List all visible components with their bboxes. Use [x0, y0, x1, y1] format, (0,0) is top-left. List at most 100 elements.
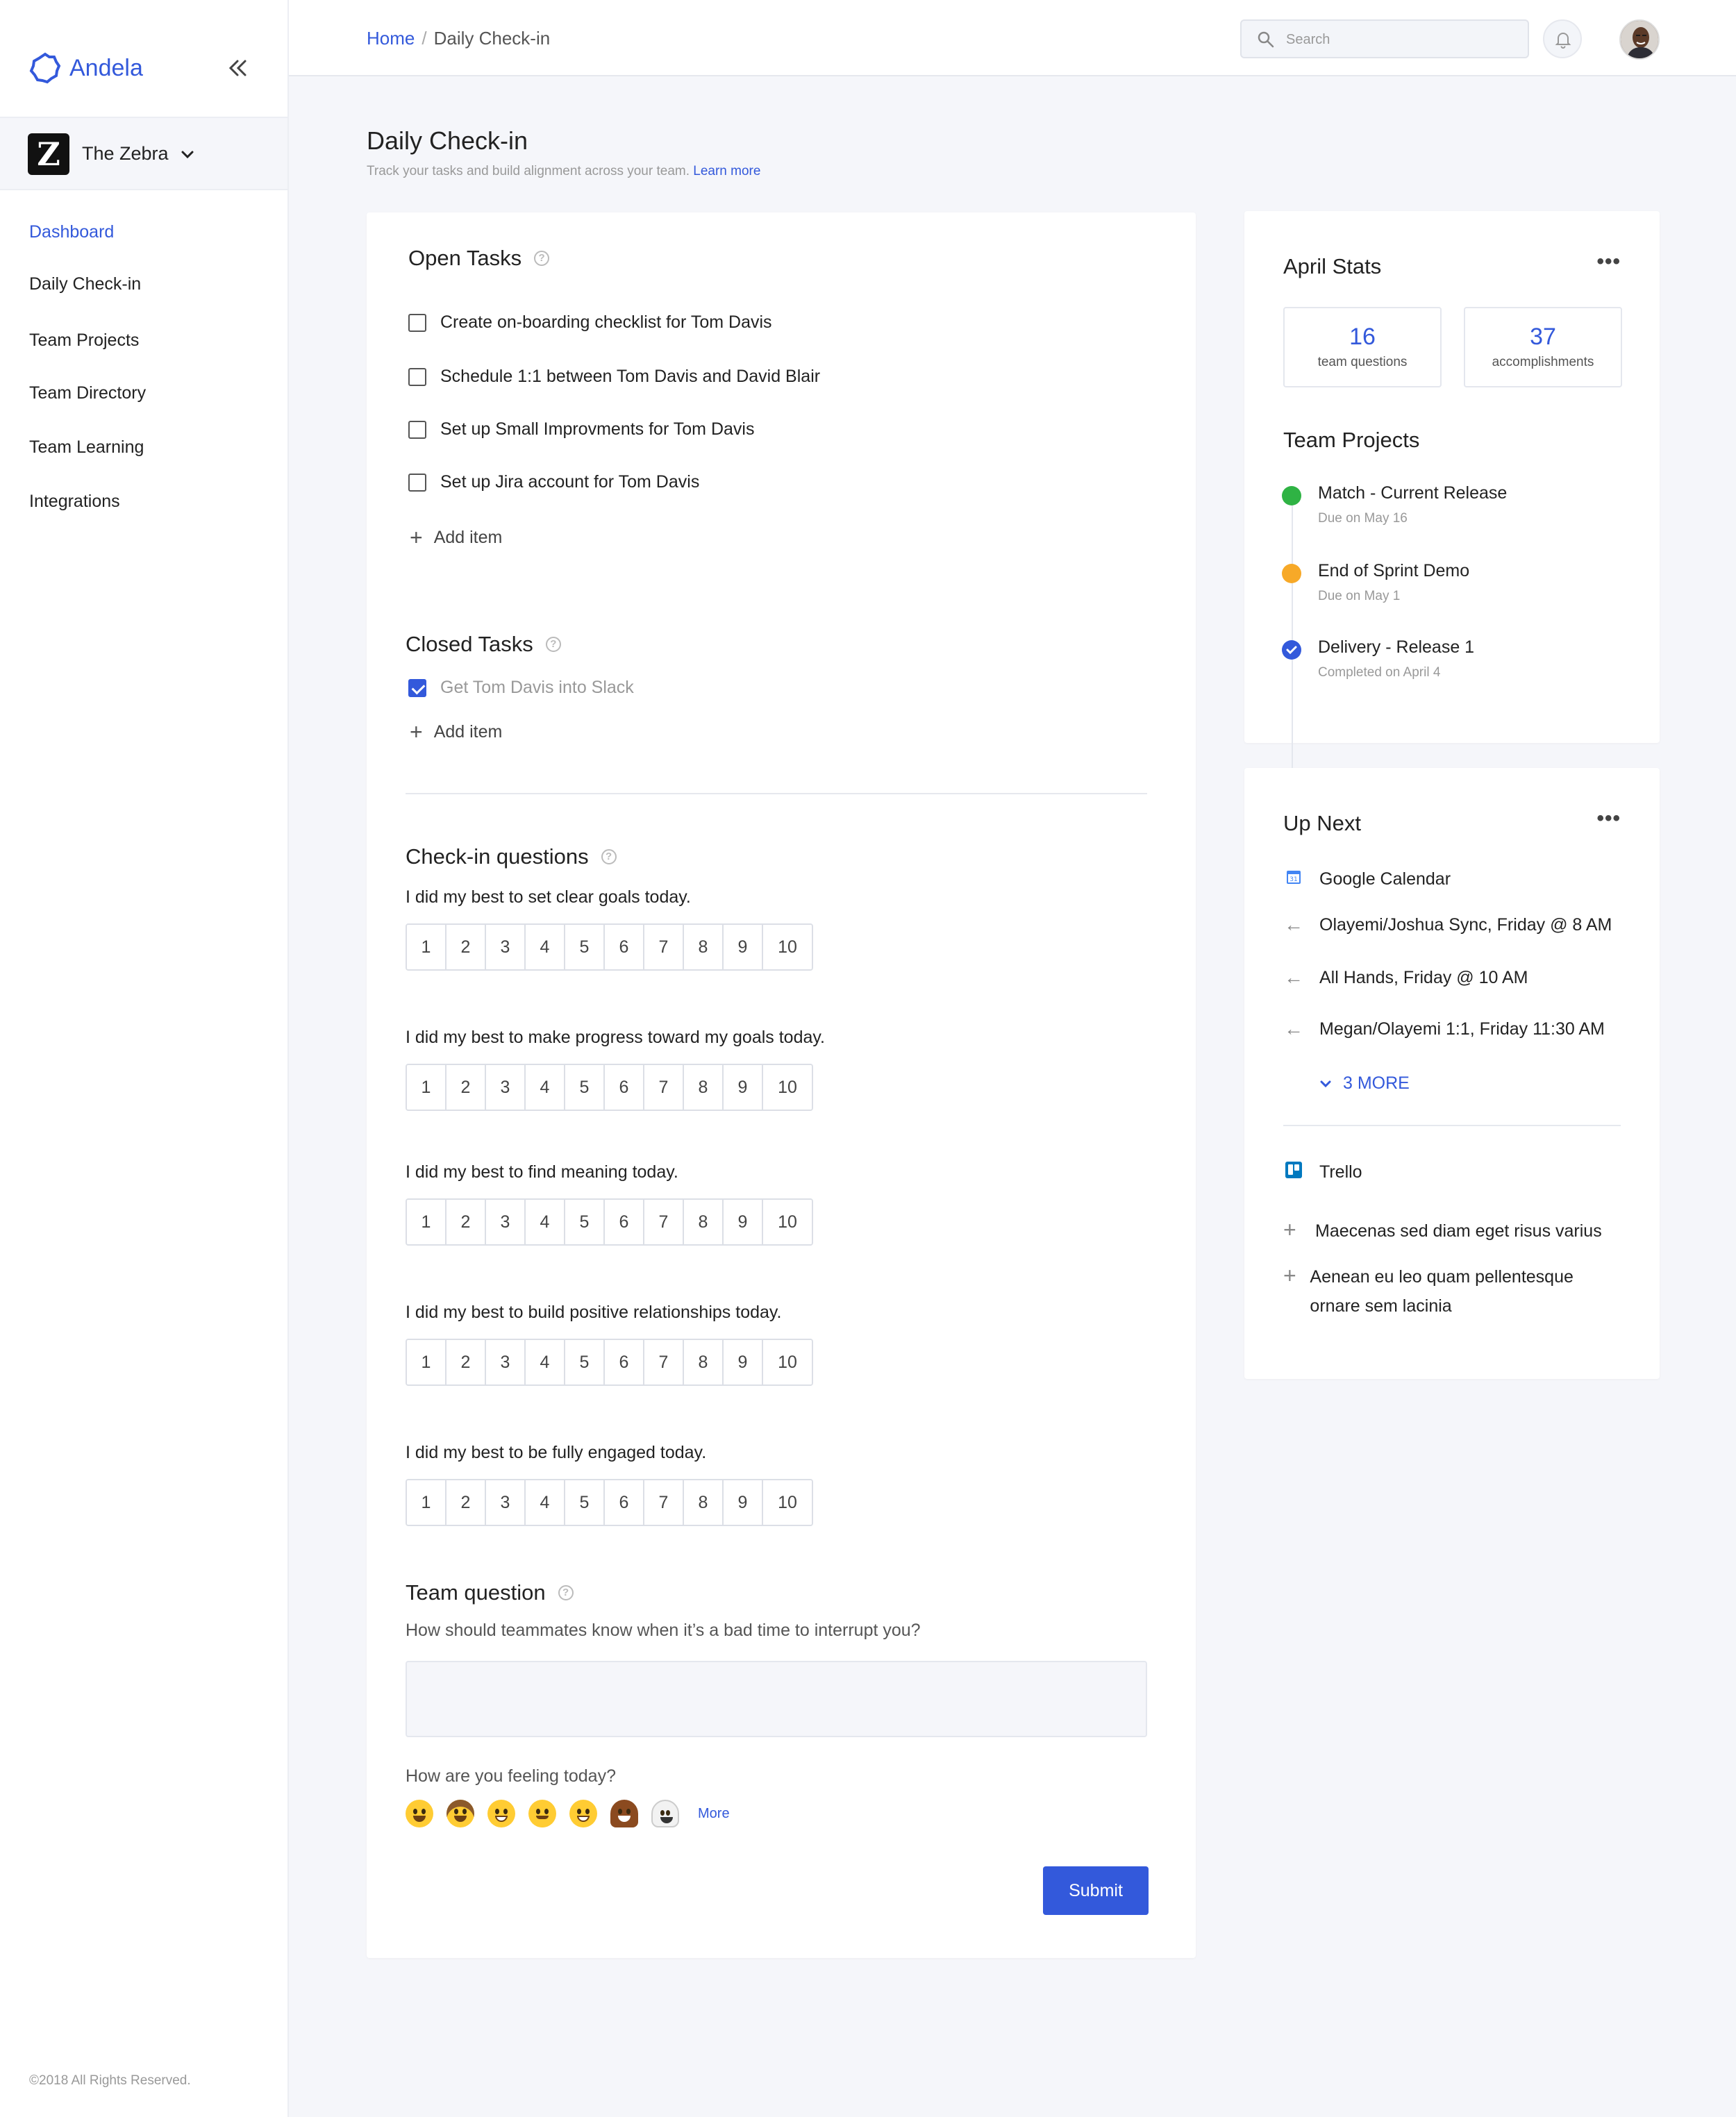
- rating-option[interactable]: 5: [565, 1480, 605, 1525]
- task-item[interactable]: Set up Jira account for Tom Davis: [408, 472, 699, 492]
- org-switcher[interactable]: Z The Zebra: [0, 117, 287, 190]
- help-icon[interactable]: ?: [558, 1585, 574, 1600]
- rating-option[interactable]: 2: [446, 1480, 486, 1525]
- rating-option[interactable]: 4: [526, 1340, 565, 1384]
- rating-option[interactable]: 8: [684, 925, 724, 969]
- google-calendar-header[interactable]: 31 Google Calendar: [1283, 868, 1451, 890]
- checkbox[interactable]: [408, 473, 426, 492]
- task-item[interactable]: Create on-boarding checklist for Tom Dav…: [408, 312, 772, 333]
- rating-option[interactable]: 10: [763, 925, 812, 969]
- task-item[interactable]: Schedule 1:1 between Tom Davis and David…: [408, 367, 820, 387]
- nav-item-integrations[interactable]: Integrations: [29, 492, 120, 512]
- help-icon[interactable]: ?: [545, 637, 561, 652]
- rating-option[interactable]: 3: [486, 925, 526, 969]
- sunglasses-face-icon[interactable]: [528, 1800, 556, 1827]
- rating-option[interactable]: 6: [605, 925, 644, 969]
- calendar-event[interactable]: ← Olayemi/Joshua Sync, Friday @ 8 AM: [1283, 914, 1612, 936]
- rating-option[interactable]: 1: [407, 1480, 446, 1525]
- rating-option[interactable]: 1: [407, 1340, 446, 1384]
- rating-option[interactable]: 10: [763, 1065, 812, 1110]
- rating-option[interactable]: 5: [565, 1340, 605, 1384]
- rating-option[interactable]: 9: [724, 925, 763, 969]
- rating-option[interactable]: 9: [724, 1200, 763, 1244]
- rating-option[interactable]: 3: [486, 1340, 526, 1384]
- rating-option[interactable]: 6: [605, 1340, 644, 1384]
- rating-option[interactable]: 3: [486, 1065, 526, 1110]
- pile-of-poo-icon[interactable]: [610, 1800, 638, 1827]
- rating-option[interactable]: 2: [446, 1200, 486, 1244]
- rating-option[interactable]: 3: [486, 1480, 526, 1525]
- nav-item-team-learning[interactable]: Team Learning: [29, 437, 144, 458]
- search-input[interactable]: [1286, 28, 1515, 51]
- rating-option[interactable]: 7: [644, 925, 684, 969]
- rating-option[interactable]: 2: [446, 925, 486, 969]
- more-options-icon[interactable]: •••: [1596, 250, 1621, 274]
- rating-option[interactable]: 4: [526, 925, 565, 969]
- more-emoji-link[interactable]: More: [698, 1806, 730, 1822]
- nav-item-team-projects[interactable]: Team Projects: [29, 330, 139, 351]
- learn-more-link[interactable]: Learn more: [693, 164, 760, 178]
- rating-option[interactable]: 1: [407, 925, 446, 969]
- task-item[interactable]: Set up Small Improvments for Tom Davis: [408, 419, 754, 440]
- more-options-icon[interactable]: •••: [1596, 807, 1621, 830]
- grinning-face-icon[interactable]: [406, 1800, 433, 1827]
- beaming-face-icon[interactable]: [487, 1800, 515, 1827]
- trello-item[interactable]: + Aenean eu leo quam pellentesque ornare …: [1283, 1262, 1617, 1321]
- nerd-face-icon[interactable]: [569, 1800, 597, 1827]
- rating-option[interactable]: 6: [605, 1480, 644, 1525]
- rating-option[interactable]: 9: [724, 1480, 763, 1525]
- rating-option[interactable]: 10: [763, 1480, 812, 1525]
- rating-option[interactable]: 5: [565, 925, 605, 969]
- checkbox-checked[interactable]: [408, 678, 426, 697]
- cowboy-face-icon[interactable]: [446, 1800, 474, 1827]
- team-question-answer[interactable]: [406, 1661, 1147, 1737]
- rating-option[interactable]: 1: [407, 1065, 446, 1110]
- rating-option[interactable]: 10: [763, 1200, 812, 1244]
- show-more-events-button[interactable]: 3 MORE: [1318, 1073, 1410, 1094]
- calendar-event[interactable]: ← All Hands, Friday @ 10 AM: [1283, 967, 1528, 989]
- notifications-button[interactable]: [1543, 19, 1582, 58]
- ghost-icon[interactable]: [651, 1800, 679, 1827]
- rating-option[interactable]: 6: [605, 1200, 644, 1244]
- rating-option[interactable]: 2: [446, 1340, 486, 1384]
- nav-item-daily-checkin[interactable]: Daily Check-in: [29, 274, 141, 294]
- rating-option[interactable]: 3: [486, 1200, 526, 1244]
- submit-button[interactable]: Submit: [1043, 1866, 1149, 1915]
- calendar-event[interactable]: ← Megan/Olayemi 1:1, Friday 11:30 AM: [1283, 1018, 1605, 1040]
- trello-item[interactable]: + Maecenas sed diam eget risus varius: [1283, 1216, 1617, 1246]
- rating-option[interactable]: 8: [684, 1340, 724, 1384]
- collapse-sidebar-icon[interactable]: [224, 54, 251, 82]
- rating-option[interactable]: 8: [684, 1200, 724, 1244]
- help-icon[interactable]: ?: [601, 849, 617, 864]
- search-box[interactable]: [1240, 19, 1529, 58]
- stat-accomplishments[interactable]: 37 accomplishments: [1464, 307, 1622, 387]
- checkbox[interactable]: [408, 420, 426, 439]
- trello-header[interactable]: Trello: [1283, 1161, 1362, 1184]
- avatar[interactable]: [1619, 19, 1660, 60]
- rating-option[interactable]: 4: [526, 1200, 565, 1244]
- rating-option[interactable]: 9: [724, 1065, 763, 1110]
- nav-item-team-directory[interactable]: Team Directory: [29, 383, 146, 403]
- rating-option[interactable]: 8: [684, 1065, 724, 1110]
- nav-item-dashboard[interactable]: Dashboard: [29, 222, 114, 242]
- task-item-closed[interactable]: Get Tom Davis into Slack: [408, 678, 634, 698]
- brand[interactable]: Andela: [28, 49, 143, 87]
- rating-option[interactable]: 4: [526, 1480, 565, 1525]
- rating-option[interactable]: 4: [526, 1065, 565, 1110]
- rating-option[interactable]: 1: [407, 1200, 446, 1244]
- rating-option[interactable]: 10: [763, 1340, 812, 1384]
- rating-option[interactable]: 2: [446, 1065, 486, 1110]
- rating-option[interactable]: 7: [644, 1200, 684, 1244]
- help-icon[interactable]: ?: [534, 251, 550, 266]
- breadcrumb-home[interactable]: Home: [367, 28, 415, 49]
- rating-option[interactable]: 5: [565, 1200, 605, 1244]
- rating-option[interactable]: 5: [565, 1065, 605, 1110]
- rating-option[interactable]: 8: [684, 1480, 724, 1525]
- stat-team-questions[interactable]: 16 team questions: [1283, 307, 1442, 387]
- add-open-task-button[interactable]: + Add item: [410, 526, 502, 549]
- rating-option[interactable]: 6: [605, 1065, 644, 1110]
- rating-option[interactable]: 7: [644, 1065, 684, 1110]
- rating-option[interactable]: 7: [644, 1340, 684, 1384]
- rating-option[interactable]: 7: [644, 1480, 684, 1525]
- add-closed-task-button[interactable]: + Add item: [410, 721, 502, 743]
